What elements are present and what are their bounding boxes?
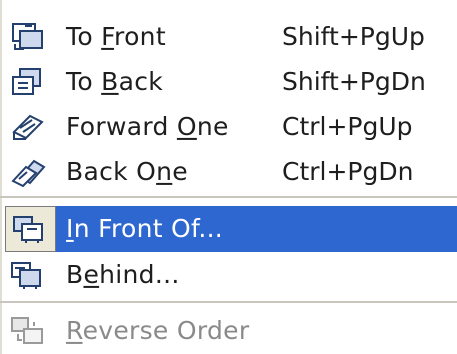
menu-item-to-back-shortcut: Shift+PgDn bbox=[282, 66, 426, 96]
order-context-menu: To Front Shift+PgUp To Back Shift+PgDn F… bbox=[0, 0, 457, 354]
to-back-icon bbox=[12, 68, 41, 95]
forward-one-icon bbox=[12, 114, 44, 140]
menu-item-forward-one-shortcut: Ctrl+PgUp bbox=[282, 111, 413, 141]
menu-item-behind[interactable]: Behind... bbox=[0, 252, 457, 298]
menu-separator bbox=[0, 301, 457, 303]
behind-icon bbox=[11, 262, 41, 289]
menu-item-to-front-shortcut: Shift+PgUp bbox=[282, 21, 425, 51]
in-front-of-icon bbox=[13, 216, 43, 243]
menu-item-back-one-shortcut: Ctrl+PgDn bbox=[282, 156, 414, 186]
menu-item-forward-one-label: Forward One bbox=[66, 111, 229, 141]
menu-item-back-one-label: Back One bbox=[66, 156, 188, 186]
menu-item-forward-one[interactable]: Forward One Ctrl+PgUp bbox=[0, 104, 457, 150]
menu-item-behind-label: Behind... bbox=[66, 259, 180, 289]
menu-separator bbox=[0, 196, 457, 198]
menu-item-to-back[interactable]: To Back Shift+PgDn bbox=[0, 59, 457, 105]
menu-item-in-front-of[interactable]: In Front Of... bbox=[56, 206, 457, 252]
menu-item-in-front-of-label: In Front Of... bbox=[66, 213, 224, 243]
menu-item-to-back-label: To Back bbox=[66, 66, 164, 96]
reverse-order-icon bbox=[11, 317, 43, 344]
back-one-icon bbox=[11, 159, 46, 187]
menu-item-back-one[interactable]: Back One Ctrl+PgDn bbox=[0, 149, 457, 195]
menu-item-reverse-order: Reverse Order bbox=[0, 308, 457, 354]
menu-item-reverse-order-label: Reverse Order bbox=[66, 315, 250, 345]
menu-item-in-front-of-icon-cell[interactable] bbox=[0, 206, 56, 252]
menu-item-to-front-label: To Front bbox=[66, 21, 166, 51]
to-front-icon bbox=[12, 23, 43, 50]
menu-item-to-front[interactable]: To Front Shift+PgUp bbox=[0, 14, 457, 60]
